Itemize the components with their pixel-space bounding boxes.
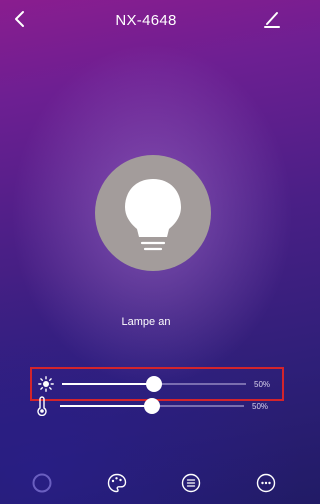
edit-icon[interactable] bbox=[262, 8, 282, 30]
sun-icon bbox=[38, 376, 54, 392]
brightness-thumb[interactable] bbox=[146, 376, 162, 392]
power-ring-icon[interactable] bbox=[31, 472, 53, 494]
bottom-tab-bar bbox=[0, 462, 292, 504]
temperature-thumb[interactable] bbox=[144, 398, 160, 414]
list-icon[interactable] bbox=[180, 472, 202, 494]
temperature-fill bbox=[60, 405, 152, 407]
page-title: NX-4648 bbox=[115, 12, 177, 29]
palette-icon[interactable] bbox=[106, 472, 128, 494]
light-bulb-icon bbox=[125, 179, 181, 251]
header: NX-4648 bbox=[0, 0, 292, 40]
temperature-slider[interactable]: 50% bbox=[30, 391, 284, 425]
thermometer-icon bbox=[37, 396, 47, 416]
lamp-status: Lampe an bbox=[121, 316, 171, 328]
brightness-fill bbox=[62, 383, 154, 385]
lamp-toggle[interactable] bbox=[95, 155, 211, 271]
temperature-value: 50% bbox=[252, 402, 269, 411]
brightness-value: 50% bbox=[254, 380, 271, 389]
more-dots-icon[interactable] bbox=[255, 472, 277, 494]
